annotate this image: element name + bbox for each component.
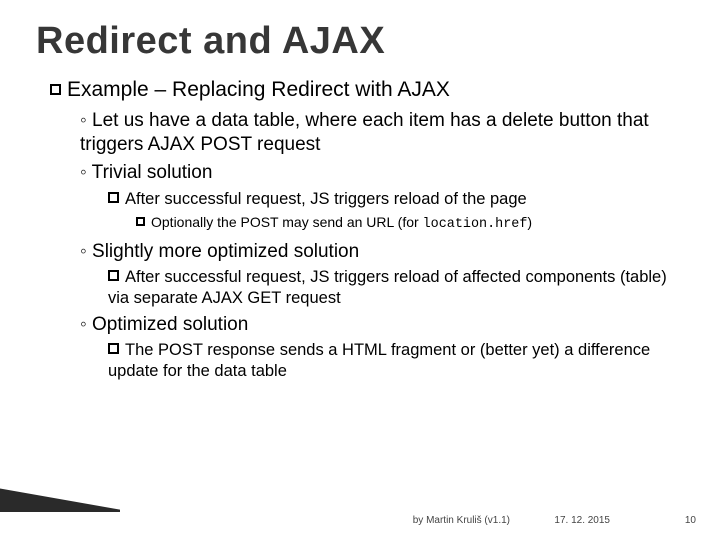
bullet-item: Trivial solution: [80, 161, 684, 185]
sub-bullet-item: After successful request, JS triggers re…: [108, 267, 684, 308]
slide-title: Redirect and AJAX: [36, 20, 684, 63]
square-bullet-icon: [50, 84, 61, 95]
footer-date: 17. 12. 2015: [554, 515, 610, 526]
code-text: location.href: [423, 217, 528, 232]
subsub-text-pre: Optionally the POST may send an URL (for: [151, 214, 423, 230]
bullet-text: Optimized solution: [92, 314, 248, 335]
sub-bullet-text: The POST response sends a HTML fragment …: [108, 341, 650, 380]
bullet-item: Let us have a data table, where each ite…: [80, 109, 684, 157]
square-bullet-icon: [108, 343, 119, 354]
subsub-bullet-item: Optionally the POST may send an URL (for…: [136, 213, 684, 233]
bullet-text: Let us have a data table, where each ite…: [80, 110, 649, 155]
heading-rest: – Replacing Redirect with AJAX: [149, 78, 450, 101]
square-bullet-icon: [108, 192, 119, 203]
square-bullet-icon: [136, 217, 145, 226]
sub-bullet-text: After successful request, JS triggers re…: [108, 268, 667, 307]
corner-decoration: [0, 442, 120, 512]
bullet-text: Slightly more optimized solution: [92, 241, 359, 262]
bullet-text: Trivial solution: [92, 162, 213, 183]
slide: Redirect and AJAX Example – Replacing Re…: [0, 0, 720, 540]
square-bullet-icon: [108, 270, 119, 281]
bullet-item: Slightly more optimized solution: [80, 240, 684, 264]
sub-bullet-item: After successful request, JS triggers re…: [108, 189, 684, 210]
heading-lead: Example: [67, 78, 149, 101]
sub-bullet-item: The POST response sends a HTML fragment …: [108, 340, 684, 381]
corner-dark-stripe: [0, 479, 120, 512]
heading-line: Example – Replacing Redirect with AJAX: [50, 77, 684, 103]
subsub-text-post: ): [527, 214, 532, 230]
bullet-item: Optimized solution: [80, 313, 684, 337]
footer-pagenum: 10: [685, 515, 696, 526]
sub-bullet-text: After successful request, JS triggers re…: [125, 190, 527, 208]
footer-byline: by Martin Kruliš (v1.1): [413, 515, 510, 526]
